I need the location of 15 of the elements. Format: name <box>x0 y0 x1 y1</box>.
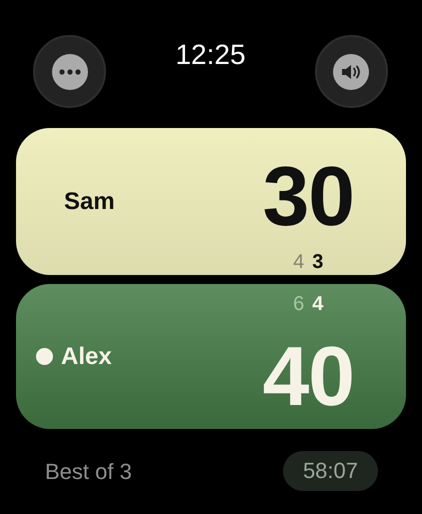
player-card[interactable]: Alex 6 4 40 <box>16 284 406 429</box>
game-score: 30 <box>262 158 354 234</box>
player-name: Sam <box>64 186 115 216</box>
clock-time: 12:25 <box>175 41 246 69</box>
player-card[interactable]: Sam 30 4 3 <box>16 128 406 275</box>
set-score: 3 <box>312 250 324 274</box>
set-score: 4 <box>312 292 324 316</box>
match-format: Best of 3 <box>45 458 132 486</box>
set-score: 6 <box>293 292 304 316</box>
set-score: 4 <box>293 250 304 274</box>
game-score: 40 <box>262 338 354 414</box>
speaker-icon <box>333 54 370 90</box>
elapsed-time: 58:07 <box>282 451 378 491</box>
player-name: Alex <box>61 342 112 372</box>
more-icon <box>52 54 88 90</box>
